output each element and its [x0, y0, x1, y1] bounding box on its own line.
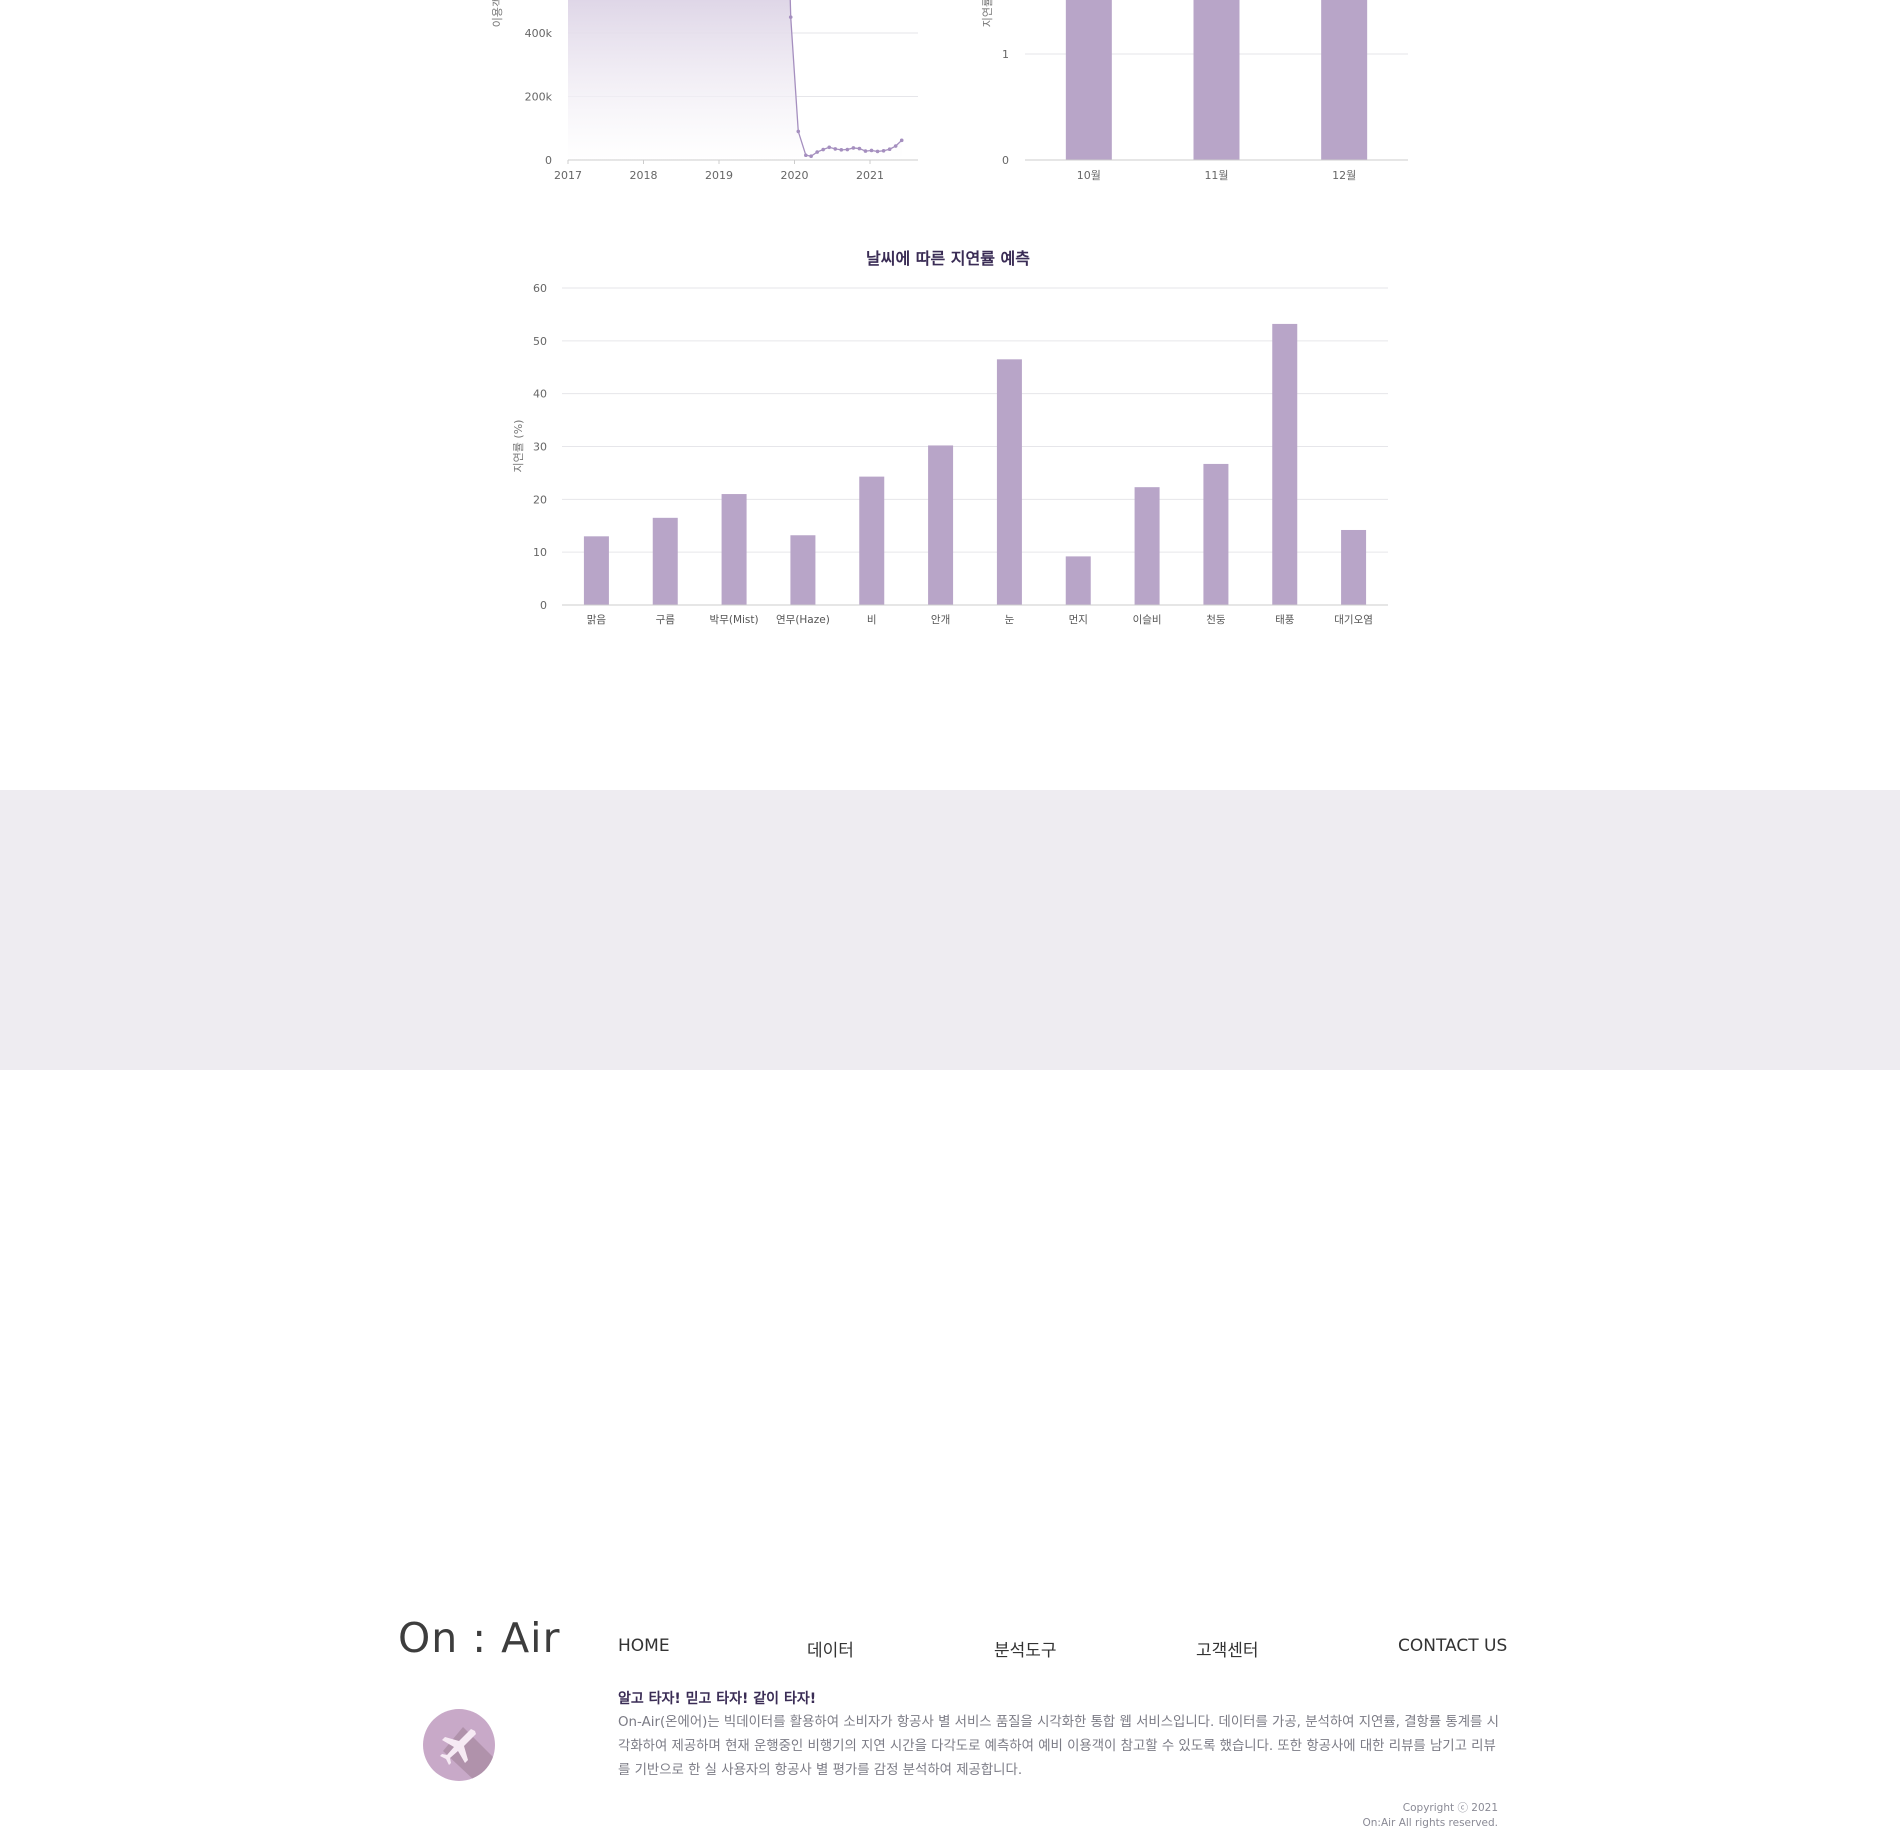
passenger-xtick-label: 2020 — [781, 169, 809, 182]
weather-xtick-label: 천둥 — [1206, 614, 1226, 626]
weather-xtick-label: 연무(Haze) — [776, 614, 830, 626]
passenger-xtick-label: 2019 — [705, 169, 733, 182]
passenger-point — [899, 138, 904, 143]
passenger-point — [893, 144, 898, 148]
weather-bar — [652, 517, 678, 605]
passenger-point — [833, 147, 838, 151]
monthly-bar — [1193, 0, 1240, 160]
passenger-xtick-label: 2017 — [554, 169, 582, 182]
rights-text: On:Air All rights reserved. — [1362, 1817, 1498, 1829]
nav-home[interactable]: HOME — [618, 1636, 670, 1656]
weather-ytick-label: 30 — [533, 441, 547, 454]
monthly-xtick-label: 11월 — [1204, 169, 1228, 182]
weather-bar — [583, 536, 609, 605]
passenger-point — [845, 147, 850, 152]
nav-data[interactable]: 데이터 — [807, 1636, 854, 1661]
footer-logo[interactable]: On : Air — [398, 1614, 560, 1662]
weather-bar — [996, 359, 1022, 605]
passenger-xtick-label: 2018 — [630, 169, 658, 182]
charts-section: 이용객 0 200k 400k 2017 2018 2019 2020 2021 지연률 0 1… — [0, 0, 1900, 790]
weather-xtick-label: 눈 — [1005, 614, 1015, 626]
monthly-xtick-label: 10월 — [1077, 169, 1101, 182]
airplane-icon — [423, 1709, 495, 1781]
weather-bar — [1272, 323, 1298, 605]
passenger-ytick-label: 200k — [525, 91, 553, 104]
weather-xtick-label: 먼지 — [1069, 614, 1088, 626]
passenger-point — [788, 15, 793, 19]
weather-bar — [1065, 556, 1091, 605]
weather-ytick-label: 60 — [533, 282, 547, 295]
passenger-point — [804, 153, 808, 158]
passenger-point — [809, 154, 813, 158]
weather-xtick-label: 박무(Mist) — [710, 614, 759, 626]
weather-ytick-label: 50 — [533, 335, 547, 348]
weather-bar — [1203, 463, 1229, 605]
monthly-ytick-label: 0 — [1002, 154, 1009, 167]
passenger-ytick-label: 0 — [545, 154, 552, 167]
passenger-point — [857, 146, 862, 151]
copyright-text: Copyright ⓒ 2021 — [1402, 1802, 1498, 1814]
weather-xtick-label: 태풍 — [1275, 614, 1295, 626]
nav-customer-center[interactable]: 고객센터 — [1196, 1636, 1259, 1661]
weather-xtick-label: 구름 — [656, 614, 676, 626]
passenger-point — [887, 147, 892, 152]
weather-xtick-label: 안개 — [931, 614, 950, 626]
footer-description: On-Air(온에어)는 빅데이터를 활용하여 소비자가 항공사 별 서비스 품… — [618, 1715, 1499, 1778]
nav-contact-us[interactable]: CONTACT US — [1398, 1636, 1507, 1656]
monthly-bar — [1321, 0, 1368, 160]
passenger-chart-ylabel: 이용객 — [491, 0, 504, 27]
passenger-point — [881, 148, 886, 153]
site-footer: On : Air HOME 데이터 분석도구 고객센터 CONTACT US 알… — [0, 790, 1900, 1829]
nav-analysis-tools[interactable]: 분석도구 — [994, 1636, 1057, 1661]
passenger-point — [875, 149, 880, 154]
passenger-point — [815, 150, 819, 154]
passenger-point — [863, 149, 868, 153]
passenger-point — [869, 148, 874, 153]
weather-bar — [1134, 487, 1160, 605]
passenger-area — [568, 0, 902, 160]
passenger-point — [796, 129, 801, 134]
copyright-block: Copyright ⓒ 2021 On:Air All rights reser… — [1362, 1801, 1498, 1831]
passenger-point — [839, 148, 844, 152]
weather-delay-chart: 날씨에 따른 지연률 예측 지연률 (%) 0 10 20 30 40 50 60 맑음 구름 박… — [512, 249, 1388, 626]
monthly-bar — [1065, 0, 1112, 160]
weather-xtick-label: 이슬비 — [1133, 614, 1162, 626]
monthly-xtick-label: 12월 — [1332, 169, 1356, 182]
passenger-ytick-label: 400k — [525, 27, 553, 40]
weather-xtick-label: 대기오염 — [1334, 614, 1373, 626]
monthly-ytick-label: 1 — [1002, 48, 1009, 61]
passenger-trend-chart: 이용객 0 200k 400k 2017 2018 2019 2020 2021 — [491, 0, 918, 182]
weather-xtick-label: 비 — [867, 614, 877, 626]
passenger-point — [827, 145, 832, 150]
weather-ytick-label: 0 — [540, 599, 547, 612]
charts-canvas: 이용객 0 200k 400k 2017 2018 2019 2020 2021 지연률 0 1… — [491, 0, 1408, 626]
weather-bar — [859, 476, 885, 605]
passenger-point — [851, 146, 856, 150]
weather-chart-ylabel: 지연률 (%) — [512, 420, 525, 473]
passenger-point — [821, 147, 825, 152]
weather-ytick-label: 20 — [533, 493, 547, 506]
monthly-chart-ylabel: 지연률 — [981, 0, 994, 27]
weather-chart-title: 날씨에 따른 지연률 예측 — [866, 249, 1030, 268]
weather-ytick-label: 40 — [533, 388, 547, 401]
weather-xtick-label: 맑음 — [587, 614, 607, 626]
weather-bar — [790, 535, 816, 605]
weather-ytick-label: 10 — [533, 546, 547, 559]
weather-bar — [721, 494, 747, 605]
weather-bar — [1341, 529, 1367, 605]
weather-bar — [928, 445, 954, 605]
footer-slogan: 알고 타자! 믿고 타자! 같이 타자! — [618, 1691, 817, 1707]
passenger-line — [789, 0, 903, 157]
passenger-xtick-label: 2021 — [856, 169, 884, 182]
monthly-delay-chart: 지연률 0 1 10월 11월 12월 — [981, 0, 1408, 182]
